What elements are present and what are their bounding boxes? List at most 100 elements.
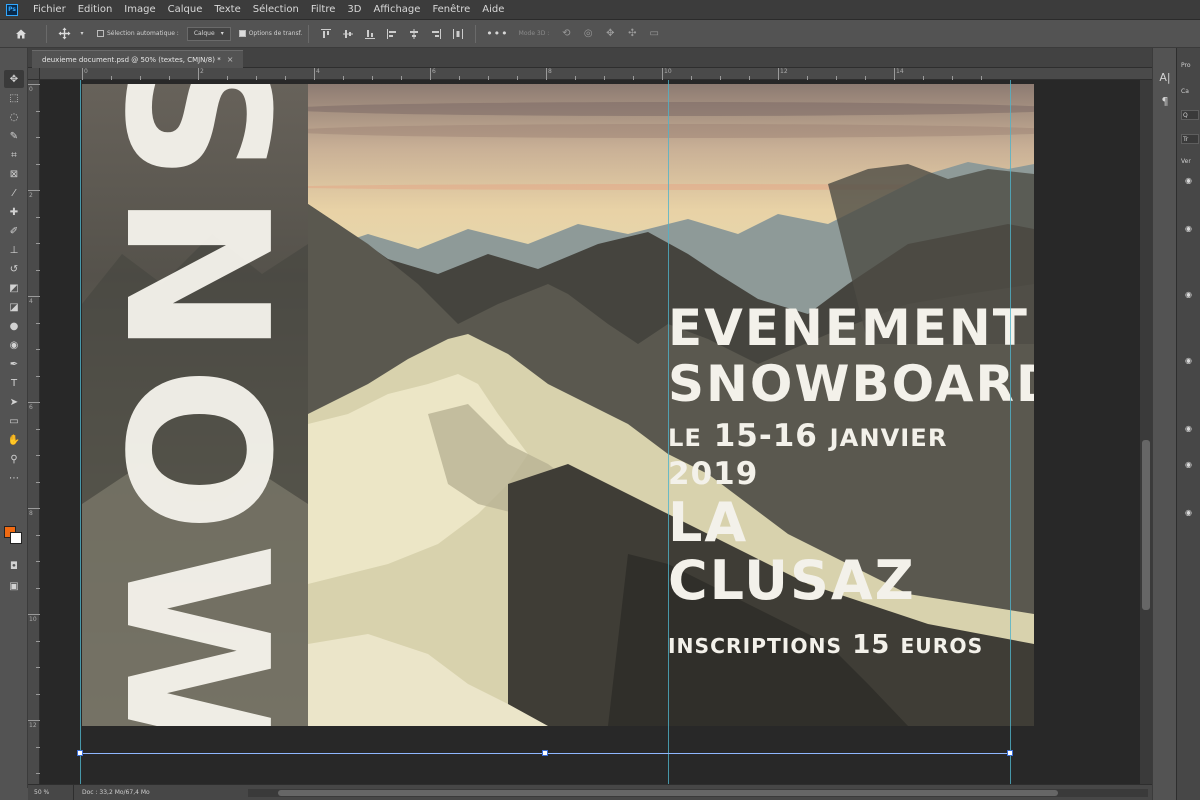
menu-fenetre[interactable]: Fenêtre xyxy=(426,4,476,15)
3d-orbit-icon[interactable]: ⟲ xyxy=(559,27,573,41)
history-brush-tool-icon[interactable]: ↺ xyxy=(4,260,24,278)
healing-brush-tool-icon[interactable]: ✚ xyxy=(4,203,24,221)
clone-stamp-tool-icon[interactable]: ⊥ xyxy=(4,241,24,259)
quick-select-tool-icon[interactable]: ✎ xyxy=(4,127,24,145)
checkbox-box-checked[interactable] xyxy=(238,30,246,37)
eyedropper-tool-icon[interactable]: ⁄ xyxy=(4,184,24,202)
transform-handle[interactable] xyxy=(542,750,548,756)
canvas-area[interactable]: SNOW EVENEMENT SNOWBOARD LE 15-16 JANVIE… xyxy=(40,80,1140,784)
menu-filtre[interactable]: Filtre xyxy=(305,4,342,15)
rectangle-tool-icon[interactable]: ▭ xyxy=(4,412,24,430)
distribute-icon[interactable] xyxy=(451,27,465,41)
guide-vertical[interactable] xyxy=(668,80,669,784)
align-vcenter-icon[interactable] xyxy=(341,27,355,41)
checkbox-box[interactable] xyxy=(97,30,104,37)
panel-tab[interactable]: Tr xyxy=(1183,136,1188,143)
zoom-level[interactable]: 50 % xyxy=(28,784,74,800)
location-line: LA CLUSAZ xyxy=(668,491,916,612)
visibility-eye-icon[interactable]: ◉ xyxy=(1185,508,1192,517)
visibility-eye-icon[interactable]: ◉ xyxy=(1185,424,1192,433)
menu-aide[interactable]: Aide xyxy=(476,4,510,15)
marquee-tool-icon[interactable]: ⬚ xyxy=(4,89,24,107)
background-color-swatch[interactable] xyxy=(10,532,22,544)
crop-tool-icon[interactable]: ⌗ xyxy=(4,146,24,164)
panel-tab[interactable]: Ver xyxy=(1181,158,1191,165)
menu-texte[interactable]: Texte xyxy=(208,4,246,15)
paint-bucket-tool-icon[interactable]: ◪ xyxy=(4,298,24,316)
hand-tool-icon[interactable]: ✋ xyxy=(4,431,24,449)
visibility-eye-icon[interactable]: ◉ xyxy=(1185,290,1192,299)
move-tool-icon[interactable]: ✥ xyxy=(4,70,24,88)
menu-selection[interactable]: Sélection xyxy=(247,4,305,15)
visibility-eye-icon[interactable]: ◉ xyxy=(1185,176,1192,185)
panel-tab[interactable]: Pro xyxy=(1181,62,1191,69)
ruler-vertical[interactable]: 0 2 4 6 8 10 12 xyxy=(28,80,40,800)
ruler-label: 0 xyxy=(29,86,33,93)
horizontal-scroll-thumb[interactable] xyxy=(278,790,1058,796)
align-top-icon[interactable] xyxy=(319,27,333,41)
blur-tool-icon[interactable]: ● xyxy=(4,317,24,335)
guide-vertical[interactable] xyxy=(80,80,81,784)
screen-mode-icon[interactable]: ▣ xyxy=(4,577,24,595)
align-hcenter-icon[interactable] xyxy=(407,27,421,41)
ruler-horizontal[interactable]: 0 2 4 6 8 10 12 14 xyxy=(40,68,1152,80)
ruler-label: 0 xyxy=(84,68,88,75)
ruler-tick xyxy=(28,614,40,615)
pen-tool-icon[interactable]: ✒ xyxy=(4,355,24,373)
3d-video-icon[interactable]: ▭ xyxy=(647,27,661,41)
ruler-corner[interactable] xyxy=(28,68,40,80)
3d-roll-icon[interactable]: ◎ xyxy=(581,27,595,41)
align-right-icon[interactable] xyxy=(429,27,443,41)
vertical-scroll-thumb[interactable] xyxy=(1142,440,1150,610)
lasso-tool-icon[interactable]: ◌ xyxy=(4,108,24,126)
menu-affichage[interactable]: Affichage xyxy=(367,4,426,15)
ruler-tick xyxy=(314,68,315,80)
menu-fichier[interactable]: Fichier xyxy=(27,4,72,15)
more-options-icon[interactable]: ••• xyxy=(486,27,508,40)
align-left-icon[interactable] xyxy=(385,27,399,41)
brush-tool-icon[interactable]: ✐ xyxy=(4,222,24,240)
edit-toolbar-icon[interactable]: ⋯ xyxy=(4,469,24,487)
3d-pan-icon[interactable]: ✥ xyxy=(603,27,617,41)
frame-tool-icon[interactable]: ⊠ xyxy=(4,165,24,183)
ruler-label: 10 xyxy=(29,616,37,623)
dodge-tool-icon[interactable]: ◉ xyxy=(4,336,24,354)
poster-artboard[interactable]: SNOW EVENEMENT SNOWBOARD LE 15-16 JANVIE… xyxy=(82,84,1034,726)
registration-currency: EUROS xyxy=(900,634,984,658)
ruler-tick xyxy=(662,68,663,80)
eraser-tool-icon[interactable]: ◩ xyxy=(4,279,24,297)
search-icon[interactable]: Q xyxy=(1183,112,1188,119)
layer-select-dropdown[interactable]: Calque ▾ xyxy=(186,26,231,41)
menu-calque[interactable]: Calque xyxy=(162,4,209,15)
visibility-eye-icon[interactable]: ◉ xyxy=(1185,460,1192,469)
visibility-eye-icon[interactable]: ◉ xyxy=(1185,224,1192,233)
chevron-down-icon[interactable]: ▾ xyxy=(79,27,85,41)
document-tab[interactable]: deuxieme document.psd @ 50% (textes, CMJ… xyxy=(32,50,244,68)
align-bottom-icon[interactable] xyxy=(363,27,377,41)
quick-mask-icon[interactable]: ◘ xyxy=(4,557,24,575)
menu-edition[interactable]: Edition xyxy=(72,4,119,15)
type-tool-icon[interactable]: T xyxy=(4,374,24,392)
transform-handle[interactable] xyxy=(77,750,83,756)
vertical-scrollbar[interactable] xyxy=(1140,80,1152,784)
ruler-tick xyxy=(28,190,40,191)
transform-handle[interactable] xyxy=(1007,750,1013,756)
home-icon[interactable] xyxy=(12,25,30,43)
zoom-tool-icon[interactable]: ⚲ xyxy=(4,450,24,468)
menu-image[interactable]: Image xyxy=(118,4,161,15)
move-tool-icon[interactable] xyxy=(57,27,71,41)
3d-slide-icon[interactable]: ✣ xyxy=(625,27,639,41)
guide-vertical[interactable] xyxy=(1010,80,1011,784)
auto-select-checkbox[interactable]: Sélection automatique : xyxy=(97,30,179,37)
path-select-tool-icon[interactable]: ➤ xyxy=(4,393,24,411)
panel-tab[interactable]: Ca xyxy=(1181,88,1189,95)
character-panel-icon[interactable]: A| xyxy=(1156,68,1174,86)
paragraph-panel-icon[interactable]: ¶ xyxy=(1156,92,1174,110)
transform-controls-checkbox[interactable]: Options de transf. xyxy=(238,30,302,37)
visibility-eye-icon[interactable]: ◉ xyxy=(1185,356,1192,365)
document-size-info[interactable]: Doc : 33,2 Mo/67,4 Mo xyxy=(74,789,150,796)
options-separator xyxy=(308,24,310,43)
menu-3d[interactable]: 3D xyxy=(341,4,367,15)
horizontal-scrollbar[interactable] xyxy=(248,789,1148,797)
close-icon[interactable]: × xyxy=(227,55,234,64)
